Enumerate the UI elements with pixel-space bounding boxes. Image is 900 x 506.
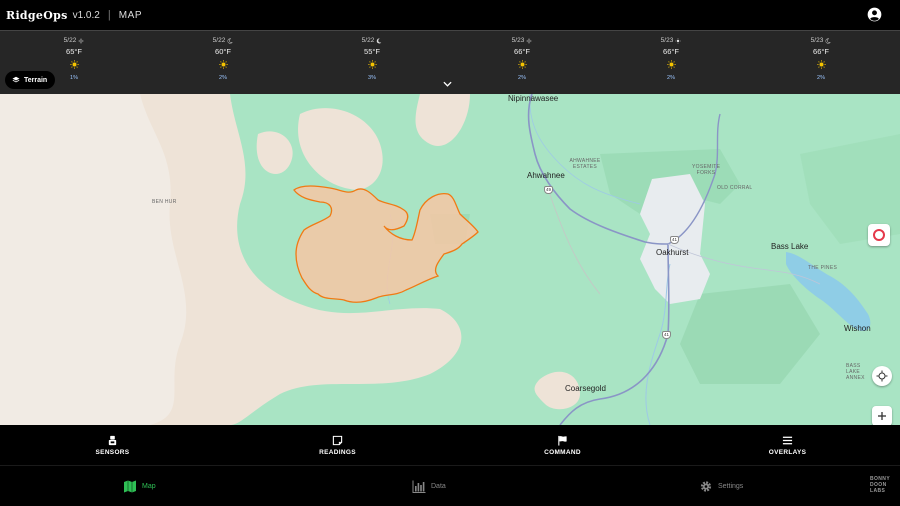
sunny-icon xyxy=(218,60,228,69)
menu-icon xyxy=(782,436,793,444)
crosshair-icon xyxy=(876,370,888,382)
forecast-precip: 2% xyxy=(817,75,825,81)
bottom-navigation: Map Data Settings BONNY DOON LABS xyxy=(0,465,900,506)
nav-label: Settings xyxy=(718,483,744,490)
gear-icon xyxy=(700,481,712,492)
nav-label: Data xyxy=(431,483,446,490)
forecast-date: 5/23 xyxy=(810,37,824,44)
account-icon[interactable] xyxy=(867,7,882,22)
weather-forecast-strip: 5/22 65°F 1% 5/22 60°F 2% 5/22 55°F 3% 5… xyxy=(0,30,900,94)
record-icon xyxy=(873,229,885,241)
layers-icon xyxy=(12,76,20,83)
terrain-label: Terrain xyxy=(24,76,48,84)
place-label: Wishon xyxy=(844,324,871,333)
nav-data[interactable]: Data xyxy=(412,480,446,493)
map-view[interactable]: Nipinnawasee AHWAHNEE ESTATES Ahwahnee Y… xyxy=(0,94,900,425)
place-label: Ahwahnee xyxy=(527,171,565,180)
terrain-basemap xyxy=(0,94,900,425)
record-button[interactable] xyxy=(868,224,890,246)
title-separator: | xyxy=(107,9,111,21)
route-shield: 49 xyxy=(544,186,553,194)
overlays-button[interactable]: OVERLAYS xyxy=(675,425,900,465)
sunny-icon xyxy=(517,60,527,69)
command-button[interactable]: COMMAND xyxy=(450,425,675,465)
moon-icon xyxy=(227,37,233,44)
forecast-date: 5/23 xyxy=(511,37,525,44)
action-label: SENSORS xyxy=(95,448,130,456)
page-title: MAP xyxy=(118,9,143,21)
sunny-icon xyxy=(367,60,377,69)
sunny-icon xyxy=(816,60,826,69)
forecast-temp: 55°F xyxy=(364,47,380,56)
recenter-button[interactable] xyxy=(872,366,892,386)
forecast-date: 5/22 xyxy=(63,37,77,44)
nav-settings[interactable]: Settings xyxy=(699,480,743,493)
forecast-period: 5/23 66°F 2% xyxy=(641,37,701,81)
sun-icon xyxy=(675,37,682,44)
sun-icon xyxy=(526,37,533,44)
action-bar: SENSORS READINGS COMMAND OVERLAYS xyxy=(0,425,900,465)
moon-icon xyxy=(825,37,831,44)
place-label: OLD CORRAL xyxy=(717,185,753,191)
forecast-temp: 66°F xyxy=(813,47,829,56)
app-brand: RidgeOps xyxy=(6,8,68,22)
plus-icon xyxy=(878,412,886,420)
place-label: AHWAHNEE ESTATES xyxy=(569,158,601,170)
place-label: Oakhurst xyxy=(656,248,689,257)
zoom-in-button[interactable] xyxy=(872,406,892,425)
forecast-date: 5/22 xyxy=(212,37,226,44)
sensors-button[interactable]: SENSORS xyxy=(0,425,225,465)
company-logo: BONNY DOON LABS xyxy=(870,476,891,494)
top-app-bar: RidgeOps v1.0.2 | MAP xyxy=(0,0,900,30)
place-label: THE PINES xyxy=(808,265,838,271)
place-label: BASS LAKE ANNEX xyxy=(846,363,865,381)
nav-label: Map xyxy=(142,483,156,490)
place-label: Bass Lake xyxy=(771,242,809,251)
action-label: READINGS xyxy=(319,448,356,456)
forecast-precip: 3% xyxy=(368,75,376,81)
sensor-icon xyxy=(108,435,117,445)
bar-chart-icon xyxy=(412,480,426,493)
forecast-temp: 66°F xyxy=(514,47,530,56)
forecast-temp: 60°F xyxy=(215,47,231,56)
forecast-date: 5/23 xyxy=(660,37,674,44)
place-label: Nipinnawasee xyxy=(508,94,559,103)
forecast-period: 5/23 66°F 2% xyxy=(791,37,851,81)
action-label: COMMAND xyxy=(544,448,581,456)
terrain-toggle-button[interactable]: Terrain xyxy=(5,71,56,89)
notepad-icon xyxy=(332,435,343,445)
forecast-precip: 2% xyxy=(667,75,675,81)
app-version: v1.0.2 xyxy=(72,9,100,21)
readings-button[interactable]: READINGS xyxy=(225,425,450,465)
forecast-period: 5/22 60°F 2% xyxy=(193,37,253,81)
sunny-icon xyxy=(69,60,79,69)
sunny-icon xyxy=(666,60,676,69)
forecast-period: 5/22 55°F 3% xyxy=(342,37,402,81)
forecast-temp: 65°F xyxy=(66,47,82,56)
action-label: OVERLAYS xyxy=(768,448,807,456)
flag-icon xyxy=(558,435,567,446)
forecast-date: 5/22 xyxy=(361,37,375,44)
route-shield: 41 xyxy=(662,331,671,339)
place-label: BEN HUR xyxy=(152,199,177,205)
place-label: YOSEMITE FORKS xyxy=(692,164,721,176)
map-icon xyxy=(124,480,136,493)
forecast-precip: 2% xyxy=(219,75,227,81)
nav-map[interactable]: Map xyxy=(123,480,156,493)
route-shield: 41 xyxy=(670,236,679,244)
sun-icon xyxy=(78,37,85,44)
chevron-down-icon[interactable] xyxy=(443,81,452,87)
place-label: Coarsegold xyxy=(565,384,606,393)
forecast-precip: 2% xyxy=(518,75,526,81)
forecast-period: 5/23 66°F 2% xyxy=(492,37,552,81)
moon-icon xyxy=(377,38,382,43)
forecast-temp: 66°F xyxy=(663,47,679,56)
